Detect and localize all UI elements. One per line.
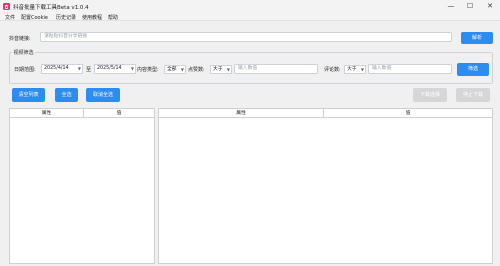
- filter-button[interactable]: 筛选: [457, 63, 489, 76]
- left-table[interactable]: 属性 值: [9, 108, 155, 264]
- right-table-header-attr[interactable]: 属性: [159, 109, 324, 118]
- content-type-select[interactable]: 全部 ▼: [164, 65, 186, 74]
- window-title: 抖音批量下载工具Beta v1.0.4: [13, 4, 89, 11]
- chevron-down-icon: ▼: [77, 66, 81, 71]
- close-button[interactable]: ✕: [485, 1, 495, 11]
- download-selected-button[interactable]: 下载选择: [413, 88, 447, 102]
- select-all-button[interactable]: 全选: [55, 88, 78, 102]
- link-label: 抖音链接:: [9, 36, 31, 42]
- right-table-header-value[interactable]: 值: [324, 109, 492, 118]
- date-to-input[interactable]: 2025/5/14 ▼: [94, 64, 136, 74]
- chevron-down-icon: ▼: [130, 66, 134, 71]
- menu-help[interactable]: 帮助: [108, 14, 118, 21]
- likes-op-select[interactable]: 大于 ▼: [210, 65, 232, 74]
- likes-op-value: 大于: [213, 67, 223, 72]
- maximize-button[interactable]: ☐: [465, 1, 475, 11]
- date-from-input[interactable]: 2025/4/14 ▼: [41, 64, 83, 74]
- parse-button[interactable]: 解析: [461, 32, 493, 44]
- date-from-value: 2025/4/14: [44, 66, 69, 71]
- deselect-all-button[interactable]: 取消全选: [86, 88, 120, 102]
- filter-group-title: 视频筛选: [12, 49, 36, 56]
- to-label: 至: [86, 67, 92, 73]
- content-type-value: 全部: [167, 67, 177, 72]
- menu-history[interactable]: 历史记录: [56, 14, 76, 21]
- menu-tutorial[interactable]: 使用教程: [82, 14, 102, 21]
- left-table-header-attr[interactable]: 属性: [10, 109, 84, 118]
- menu-config-cookie[interactable]: 配置Cookie: [21, 14, 48, 21]
- comments-label: 评论数:: [324, 67, 341, 73]
- likes-input[interactable]: 输入数值: [234, 64, 318, 74]
- left-table-header-value[interactable]: 值: [84, 109, 154, 118]
- right-table[interactable]: 属性 值: [158, 108, 493, 264]
- chevron-down-icon: ▼: [226, 67, 230, 72]
- minimize-button[interactable]: —: [446, 1, 456, 11]
- link-input[interactable]: 请粘贴抖音分享链接: [40, 32, 452, 42]
- chevron-down-icon: ▼: [360, 67, 364, 72]
- comments-input[interactable]: 输入数值: [368, 64, 452, 74]
- content-type-label: 内容类型:: [137, 67, 159, 73]
- menu-file[interactable]: 文件: [5, 14, 15, 21]
- chevron-down-icon: ▼: [180, 67, 184, 72]
- date-range-label: 日期范围:: [14, 67, 36, 73]
- stop-download-button[interactable]: 停止下载: [456, 88, 490, 102]
- comments-op-select[interactable]: 大于 ▼: [344, 65, 366, 74]
- date-to-value: 2025/5/14: [97, 66, 122, 71]
- likes-label: 点赞数:: [188, 67, 205, 73]
- comments-op-value: 大于: [347, 67, 357, 72]
- app-icon: [3, 3, 10, 10]
- clear-list-button[interactable]: 清空列表: [12, 88, 45, 102]
